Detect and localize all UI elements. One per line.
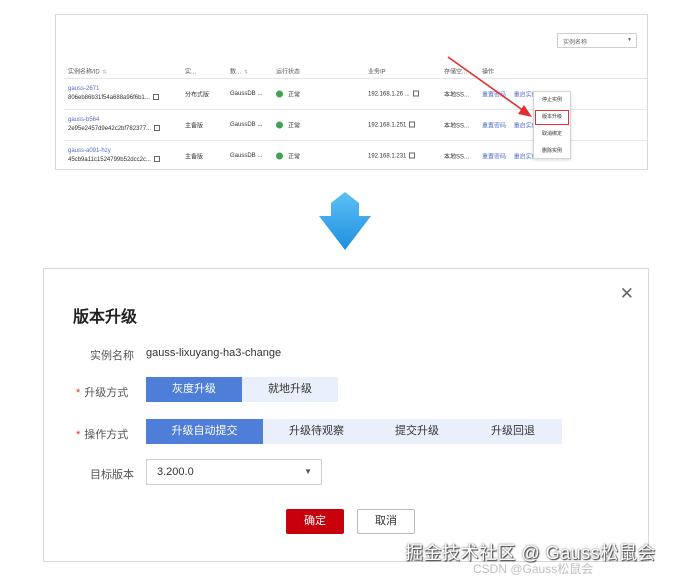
db-cell: GaussDB ... <box>230 153 263 159</box>
operation-mode-label: * 操作方式 <box>76 429 129 441</box>
option-commit-upgrade[interactable]: 提交升级 <box>370 419 464 444</box>
search-field-select[interactable]: 实例名称 ▼ <box>557 33 637 48</box>
option-pending-observe[interactable]: 升级待观察 <box>263 419 370 444</box>
sort-icon[interactable]: ⇅ <box>103 69 107 75</box>
db-cell: GaussDB ... <box>230 91 263 97</box>
dialog-title: 版本升级 <box>73 309 138 326</box>
instance-id: 806eb86b31f54a688a96f6b1... <box>68 94 159 103</box>
type-cell: 主备版 <box>185 123 204 130</box>
confirm-button[interactable]: 确定 <box>286 509 344 534</box>
copy-icon[interactable] <box>152 94 159 100</box>
status-cell: 正常 <box>276 121 300 130</box>
col-status: 运行状态 <box>276 69 301 75</box>
reset-password-link[interactable]: 重置密码 <box>482 155 506 161</box>
instance-name-link[interactable]: gauss-a091-hzy <box>68 147 160 156</box>
storage-cell: 本地SS... <box>444 92 470 99</box>
col-name[interactable]: 实例名称/ID ⇅ <box>68 66 107 75</box>
option-rollback[interactable]: 升级回退 <box>464 419 562 444</box>
menu-item-unbind[interactable]: 取消绑定 <box>534 126 570 143</box>
upgrade-mode-segmented: 灰度升级 就地升级 <box>146 377 338 402</box>
instance-list-panel: 实例名称 ▼ 实例名称/ID ⇅ 实... 数... ⇅ 运行状态 业务IP 存储空… <box>55 14 648 170</box>
more-dropdown-menu: 停止实例 版本升级 取消绑定 删除实例 <box>533 91 571 159</box>
col-storage: 存储空... <box>444 69 468 75</box>
instance-name-link[interactable]: gauss-2671 <box>68 85 159 94</box>
option-inplace-upgrade[interactable]: 就地升级 <box>242 377 338 402</box>
target-version-value: 3.200.0 <box>157 466 194 478</box>
copy-icon[interactable] <box>153 156 160 162</box>
close-icon[interactable]: ✕ <box>620 285 634 302</box>
instance-cell: gauss-a091-hzy 45cb9a11c1524799b52dcc2c.… <box>68 147 160 165</box>
cancel-button[interactable]: 取消 <box>357 509 415 534</box>
chevron-down-icon: ▼ <box>627 37 632 43</box>
instance-id: 2e95e2457d9e42c2bf782377... <box>68 125 161 134</box>
type-cell: 分布式版 <box>185 92 210 99</box>
db-cell: GaussDB ... <box>230 122 263 128</box>
target-version-select[interactable]: 3.200.0 ▼ <box>146 459 322 485</box>
menu-item-delete-instance[interactable]: 删除实例 <box>534 143 570 160</box>
storage-cell: 本地SS... <box>444 154 470 161</box>
copy-icon[interactable] <box>154 125 161 131</box>
instance-name-value: gauss-lixuyang-ha3-change <box>146 347 282 359</box>
instance-name-label: 实例名称 <box>90 350 134 362</box>
reset-password-link[interactable]: 重置密码 <box>482 124 506 130</box>
status-ok-icon <box>276 152 283 160</box>
search-field-label: 实例名称 <box>563 40 588 46</box>
menu-item-version-upgrade[interactable]: 版本升级 <box>534 109 570 126</box>
col-db: 数... ⇅ <box>230 69 249 75</box>
reset-password-link[interactable]: 重置密码 <box>482 93 506 99</box>
operation-mode-segmented: 升级自动提交 升级待观察 提交升级 升级回退 <box>146 419 562 444</box>
option-gray-upgrade[interactable]: 灰度升级 <box>146 377 242 402</box>
col-ops: 操作 <box>482 69 495 75</box>
filter-icon[interactable]: ⇅ <box>244 69 248 75</box>
watermark-subtext: CSDN @Gauss松鼠会 <box>473 562 594 576</box>
instance-name-link[interactable]: gauss-b564 <box>68 116 160 125</box>
down-arrow-icon <box>319 192 371 250</box>
required-asterisk: * <box>76 387 81 399</box>
status-cell: 正常 <box>276 152 300 161</box>
status-ok-icon <box>276 121 283 129</box>
instance-cell: gauss-b564 2e95e2457d9e42c2bf782377... <box>68 116 161 134</box>
ip-cell: 192.168.1.231 <box>368 152 416 160</box>
version-upgrade-dialog: ✕ 版本升级 实例名称 gauss-lixuyang-ha3-change * 升… <box>43 268 649 562</box>
col-type: 实... <box>185 69 197 75</box>
type-cell: 主备版 <box>185 154 204 161</box>
upgrade-mode-label: * 升级方式 <box>76 387 129 399</box>
status-ok-icon <box>276 90 283 98</box>
target-version-label: 目标版本 <box>90 469 134 481</box>
ip-cell: 192.168.1.26 ... <box>368 90 419 98</box>
menu-item-stop-instance[interactable]: 停止实例 <box>534 92 570 109</box>
chevron-down-icon: ▼ <box>304 467 312 476</box>
option-auto-commit[interactable]: 升级自动提交 <box>146 419 263 444</box>
status-cell: 正常 <box>276 90 300 99</box>
copy-icon[interactable] <box>409 121 416 128</box>
instance-cell: gauss-2671 806eb86b31f54a688a96f6b1... <box>68 85 159 103</box>
copy-icon[interactable] <box>409 152 416 159</box>
required-asterisk: * <box>76 429 81 441</box>
copy-icon[interactable] <box>412 90 419 97</box>
storage-cell: 本地SS... <box>444 123 470 130</box>
col-ip: 业务IP <box>368 69 386 75</box>
instance-id: 45cb9a11c1524799b52dcc2c... <box>68 156 160 165</box>
table-header: 实例名称/ID ⇅ 实... 数... ⇅ 运行状态 业务IP 存储空... 操作 <box>64 63 647 79</box>
ip-cell: 192.168.1.251 <box>368 121 416 129</box>
